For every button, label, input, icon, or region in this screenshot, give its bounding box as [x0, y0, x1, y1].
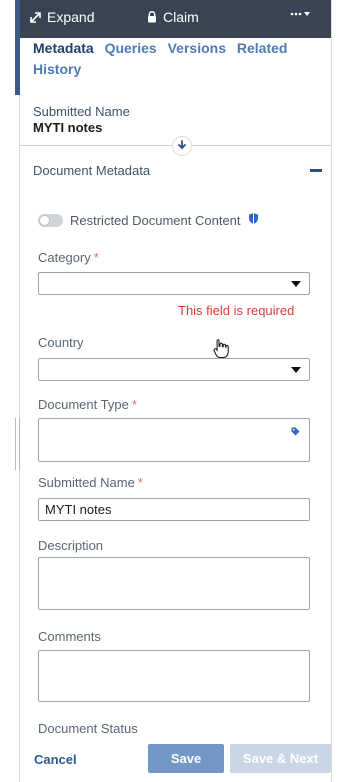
submitted-name-label: Submitted Name *: [38, 475, 143, 490]
shield-icon: [248, 212, 259, 228]
summary-value: MYTI notes: [33, 120, 103, 135]
country-select[interactable]: [38, 358, 310, 381]
expand-button[interactable]: Expand: [30, 9, 94, 25]
submitted-name-required-star: *: [137, 475, 143, 490]
metadata-tabs: Metadata Queries Versions Related Histor…: [33, 38, 323, 80]
document-status-label: Document Status: [38, 721, 138, 736]
document-type-label: Document Type *: [38, 397, 137, 412]
left-panel-edge: [0, 0, 20, 782]
document-type-required-star: *: [131, 397, 137, 412]
category-required-star: *: [93, 250, 99, 265]
document-metadata-title: Document Metadata: [33, 163, 151, 178]
country-label: Country: [38, 335, 84, 350]
cancel-button[interactable]: Cancel: [34, 752, 77, 767]
tab-related[interactable]: Related: [237, 38, 288, 59]
category-label: Category *: [38, 250, 99, 265]
submitted-name-summary: Submitted Name MYTI notes: [33, 104, 130, 136]
tag-icon: [290, 424, 301, 436]
comments-label: Comments: [38, 629, 101, 644]
tab-history[interactable]: History: [33, 59, 81, 80]
arrow-down-icon: [177, 137, 187, 155]
restricted-content-row: Restricted Document Content: [38, 212, 259, 228]
summary-label: Submitted Name: [33, 104, 130, 119]
more-actions-button[interactable]: [290, 8, 312, 20]
submitted-name-label-text: Submitted Name: [38, 475, 135, 490]
collapse-toggle-button[interactable]: [172, 136, 192, 156]
save-button[interactable]: Save: [148, 744, 224, 773]
restricted-content-toggle[interactable]: [38, 213, 63, 227]
category-select[interactable]: [38, 272, 310, 295]
panel-header: Expand Claim: [20, 0, 331, 38]
tab-metadata[interactable]: Metadata: [33, 38, 94, 59]
save-and-next-button[interactable]: Save & Next: [230, 744, 331, 773]
expand-icon: [30, 11, 41, 23]
category-label-text: Category: [38, 250, 91, 265]
hand-pointer-icon: [213, 338, 229, 364]
restricted-content-label: Restricted Document Content: [70, 212, 241, 228]
chevron-down-icon: [291, 281, 301, 287]
more-icon: [290, 8, 312, 20]
document-type-label-text: Document Type: [38, 397, 129, 412]
claim-label: Claim: [163, 9, 199, 25]
document-metadata-panel: Expand Claim Metadata Queries Versions R…: [0, 0, 343, 782]
submitted-name-input[interactable]: MYTI notes: [38, 498, 310, 521]
panel-footer: Cancel Save Save & Next: [20, 742, 331, 782]
tab-versions[interactable]: Versions: [168, 38, 226, 59]
expand-label: Expand: [47, 9, 95, 25]
right-panel-edge: [331, 0, 343, 782]
document-type-input[interactable]: [38, 418, 310, 462]
description-label: Description: [38, 538, 104, 553]
tab-queries[interactable]: Queries: [105, 38, 157, 59]
lock-icon: [147, 11, 157, 23]
claim-button[interactable]: Claim: [147, 9, 199, 25]
comments-textarea[interactable]: [38, 650, 310, 702]
description-textarea[interactable]: [38, 557, 310, 610]
panel-content: Expand Claim Metadata Queries Versions R…: [20, 0, 331, 782]
category-error: This field is required: [178, 303, 295, 318]
section-collapse-minus-icon[interactable]: [310, 169, 322, 172]
chevron-down-icon: [291, 367, 301, 373]
